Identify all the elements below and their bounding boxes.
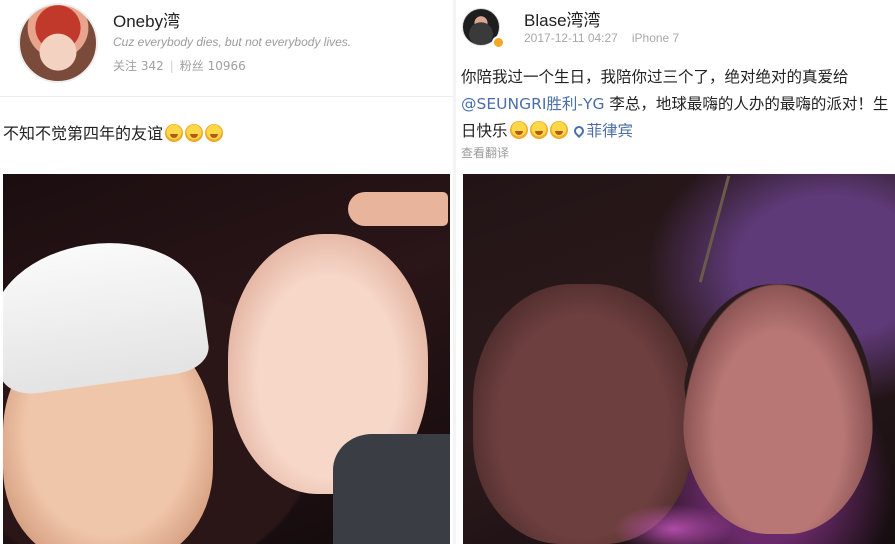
translate-link[interactable]: 查看翻译 — [461, 144, 509, 161]
crying-face-icon — [205, 124, 224, 142]
divider — [0, 96, 453, 97]
username[interactable]: Oneby湾 — [113, 7, 180, 32]
right-weibo-post: Blase湾湾 2017-12-11 04:27 iPhone 7 你陪我过一个生… — [456, 0, 895, 544]
post-text-part1: 你陪我过一个生日，我陪你过三个了，绝对绝对的真爱给 — [461, 68, 849, 86]
mention-link[interactable]: @SEUNGRI胜利-YG — [461, 95, 605, 113]
post-meta: 2017-12-11 04:27 iPhone 7 — [524, 31, 679, 45]
white-cap — [3, 230, 212, 398]
grey-sweater — [333, 434, 450, 544]
post-photo[interactable] — [3, 174, 450, 544]
crying-laughing-face-icon — [509, 121, 528, 139]
post-text-body: 不知不觉第四年的友谊 — [3, 124, 164, 143]
location-pin-icon — [571, 123, 586, 139]
stats-separator: | — [169, 59, 174, 73]
user-bio: Cuz everybody dies, but not everybody li… — [113, 35, 352, 49]
location-link[interactable]: 菲律宾 — [571, 122, 634, 140]
person-right-face — [683, 284, 873, 534]
following-count[interactable]: 关注 342 — [113, 59, 164, 73]
post-photo[interactable] — [463, 174, 895, 544]
follow-stats: 关注 342 | 粉丝 10966 — [113, 57, 246, 74]
crying-face-icon — [185, 124, 204, 142]
verified-badge-icon — [492, 36, 505, 49]
post-text: 你陪我过一个生日，我陪你过三个了，绝对绝对的真爱给@SEUNGRI胜利-YG 李… — [461, 64, 891, 145]
left-weibo-post: Oneby湾 Cuz everybody dies, but not every… — [0, 0, 453, 544]
crying-laughing-face-icon — [529, 121, 548, 139]
username[interactable]: Blase湾湾 — [524, 6, 601, 31]
post-device: iPhone 7 — [631, 31, 680, 45]
pointing-finger — [348, 192, 448, 226]
location-label: 菲律宾 — [586, 122, 634, 140]
tree-branch — [698, 175, 731, 283]
crying-laughing-face-icon — [549, 121, 568, 139]
post-timestamp: 2017-12-11 04:27 — [524, 31, 618, 45]
crying-face-icon — [165, 124, 184, 142]
post-text: 不知不觉第四年的友谊 — [3, 120, 224, 144]
followers-count[interactable]: 粉丝 10966 — [180, 59, 246, 73]
avatar[interactable] — [18, 3, 98, 83]
